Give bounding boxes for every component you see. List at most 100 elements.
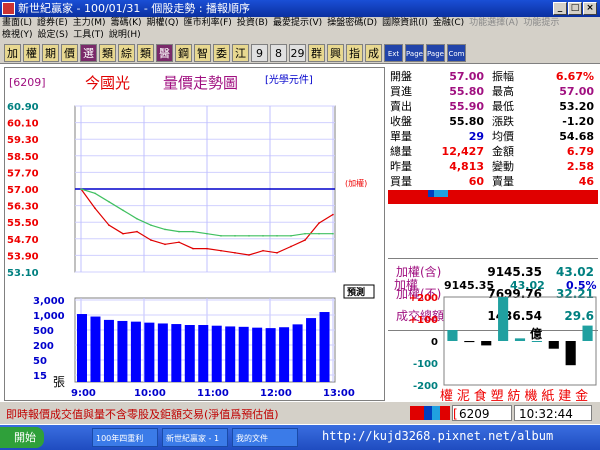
chart-title: 量價走勢圖 bbox=[163, 74, 238, 92]
menu-item[interactable]: 國際資訊(I) bbox=[382, 18, 428, 28]
toolbar-small-button[interactable]: Ext bbox=[384, 44, 403, 62]
series-point bbox=[220, 249, 222, 252]
toolbar-number-button[interactable]: 8 bbox=[270, 44, 287, 62]
toolbar-button[interactable]: 鋼 bbox=[175, 44, 192, 62]
sector-name: 塑 bbox=[491, 389, 504, 401]
taskbar-task[interactable]: 我的文件 bbox=[232, 428, 298, 447]
toolbar-button[interactable]: 成 bbox=[365, 44, 382, 62]
quote-label: 變動 bbox=[492, 160, 514, 173]
menu-item-hint: 功能提示 bbox=[523, 18, 560, 28]
taskbar-task[interactable]: 新世紀贏家 - 1 bbox=[162, 428, 228, 447]
time-tick-label: 10:00 bbox=[134, 388, 166, 399]
price-tick-label: 53.90 bbox=[7, 251, 39, 262]
quote-value: 6.67% bbox=[555, 70, 594, 83]
series-point bbox=[248, 254, 250, 256]
sector-name: 紙 bbox=[541, 389, 554, 401]
series-point bbox=[80, 188, 82, 190]
quote-value: 55.80 bbox=[449, 115, 484, 128]
bid-bar bbox=[388, 190, 598, 197]
series-point bbox=[108, 200, 110, 203]
menu-item[interactable]: 檢視(Y) bbox=[2, 30, 33, 40]
stock-name: 今國光 bbox=[85, 74, 130, 92]
code-field[interactable]: [ 6209 bbox=[452, 405, 512, 421]
quote-label: 均價 bbox=[492, 130, 514, 143]
menu-item[interactable]: 籌碼(K) bbox=[111, 18, 142, 28]
start-button[interactable]: 開始 bbox=[0, 427, 44, 448]
menu-item[interactable]: 畫面(L) bbox=[2, 18, 32, 28]
series-point bbox=[164, 228, 166, 231]
toolbar-button[interactable]: 權 bbox=[23, 44, 40, 62]
toolbar-button[interactable]: 智 bbox=[194, 44, 211, 62]
series-point bbox=[234, 235, 236, 237]
series-point bbox=[94, 207, 96, 209]
toolbar-button[interactable]: 群 bbox=[308, 44, 325, 62]
toolbar-button[interactable]: 價 bbox=[61, 44, 78, 62]
toolbar-small-button[interactable]: Page Up bbox=[405, 44, 424, 76]
menu-item[interactable]: 投資(B) bbox=[237, 18, 268, 28]
clock: 10:32:44 bbox=[514, 405, 592, 421]
status-color-bar bbox=[410, 406, 450, 420]
toolbar-button[interactable]: 興 bbox=[327, 44, 344, 62]
volume-tick-label: 200 bbox=[33, 341, 54, 352]
menu-item[interactable]: 期權(Q) bbox=[147, 18, 179, 28]
menu-item[interactable]: 金融(C) bbox=[433, 18, 464, 28]
toolbar-small-button[interactable]: Com bbox=[447, 44, 466, 62]
quote-label: 漲跌 bbox=[492, 115, 514, 128]
menu-item[interactable]: 說明(H) bbox=[109, 30, 141, 40]
quote-label: 開盤 bbox=[390, 70, 412, 83]
title-bar: 新世紀贏家 - 100/01/31 - 個股走勢 : 播報順序 _ □ × bbox=[0, 0, 600, 17]
toolbar-small-button[interactable]: Page Down bbox=[426, 44, 447, 76]
menu-item[interactable]: 匯市利率(F) bbox=[184, 18, 232, 28]
quote-label: 最高 bbox=[492, 85, 514, 98]
toolbar-button[interactable]: 類 bbox=[99, 44, 116, 62]
volume-bar bbox=[211, 325, 222, 382]
volume-bar bbox=[319, 312, 330, 382]
sector-bar bbox=[481, 341, 492, 346]
series-point bbox=[136, 217, 138, 220]
time-tick-label: 13:00 bbox=[323, 388, 355, 399]
sector-tick-label: +200 bbox=[409, 293, 438, 304]
menu-item[interactable]: 最愛提示(V) bbox=[273, 18, 322, 28]
volume-bar bbox=[292, 324, 303, 382]
toolbar-button[interactable]: 江 bbox=[232, 44, 249, 62]
quote-value: 2.58 bbox=[566, 160, 594, 173]
quote-label: 金額 bbox=[492, 145, 514, 158]
toolbar-button[interactable]: 委 bbox=[213, 44, 230, 62]
toolbar-button[interactable]: 指 bbox=[346, 44, 363, 62]
toolbar-button[interactable]: 類 bbox=[137, 44, 154, 62]
close-button[interactable]: × bbox=[583, 2, 597, 15]
toolbar-number-button[interactable]: 29 bbox=[289, 44, 306, 62]
quote-value: 54.68 bbox=[559, 130, 594, 143]
menu-item[interactable]: 功能選擇(A) bbox=[469, 18, 518, 28]
minimize-button[interactable]: _ bbox=[553, 2, 567, 15]
series-point bbox=[276, 252, 278, 254]
sector-bar bbox=[548, 341, 559, 349]
menu-item[interactable]: 證券(E) bbox=[37, 18, 68, 28]
menu-item[interactable]: 設定(S) bbox=[38, 30, 69, 40]
series-point bbox=[136, 230, 138, 233]
maximize-button[interactable]: □ bbox=[568, 2, 582, 15]
taskbar-task[interactable]: 100年四重利 bbox=[92, 428, 158, 447]
quote-panel: 開盤 57.00 振幅 6.67% 買進 55.80 最高 57.00 賣出 55.90 最低 53.… bbox=[386, 67, 598, 401]
toolbar-button[interactable]: 醫 bbox=[156, 44, 173, 62]
toolbar-button[interactable]: 綜 bbox=[118, 44, 135, 62]
quote-row: 單量 29 均價 54.68 bbox=[388, 130, 596, 143]
quote-value: 55.90 bbox=[449, 100, 484, 113]
toolbar-number-button[interactable]: 9 bbox=[251, 44, 268, 62]
volume-tick-label: 50 bbox=[33, 356, 47, 367]
toolbar-button[interactable]: 加 bbox=[4, 44, 21, 62]
menu-item[interactable]: 工具(T) bbox=[73, 30, 104, 40]
quote-row: 昨量 4,813 變動 2.58 bbox=[388, 160, 596, 173]
sector-change: 43.02 bbox=[510, 279, 545, 292]
sector-name: 泥 bbox=[457, 389, 470, 401]
quote-row: 買進 55.80 最高 57.00 bbox=[388, 85, 596, 98]
series-point bbox=[318, 222, 320, 224]
toolbar-button[interactable]: 選 bbox=[80, 44, 97, 62]
series-point bbox=[290, 245, 292, 248]
volume-tick-label: 3,000 bbox=[33, 296, 65, 307]
menu-item[interactable]: 操盤密碼(D) bbox=[327, 18, 377, 28]
volume-bar bbox=[117, 320, 128, 382]
menu-item[interactable]: 主力(M) bbox=[73, 18, 106, 28]
toolbar-button[interactable]: 期 bbox=[42, 44, 59, 62]
quote-row: 開盤 57.00 振幅 6.67% bbox=[388, 70, 596, 83]
